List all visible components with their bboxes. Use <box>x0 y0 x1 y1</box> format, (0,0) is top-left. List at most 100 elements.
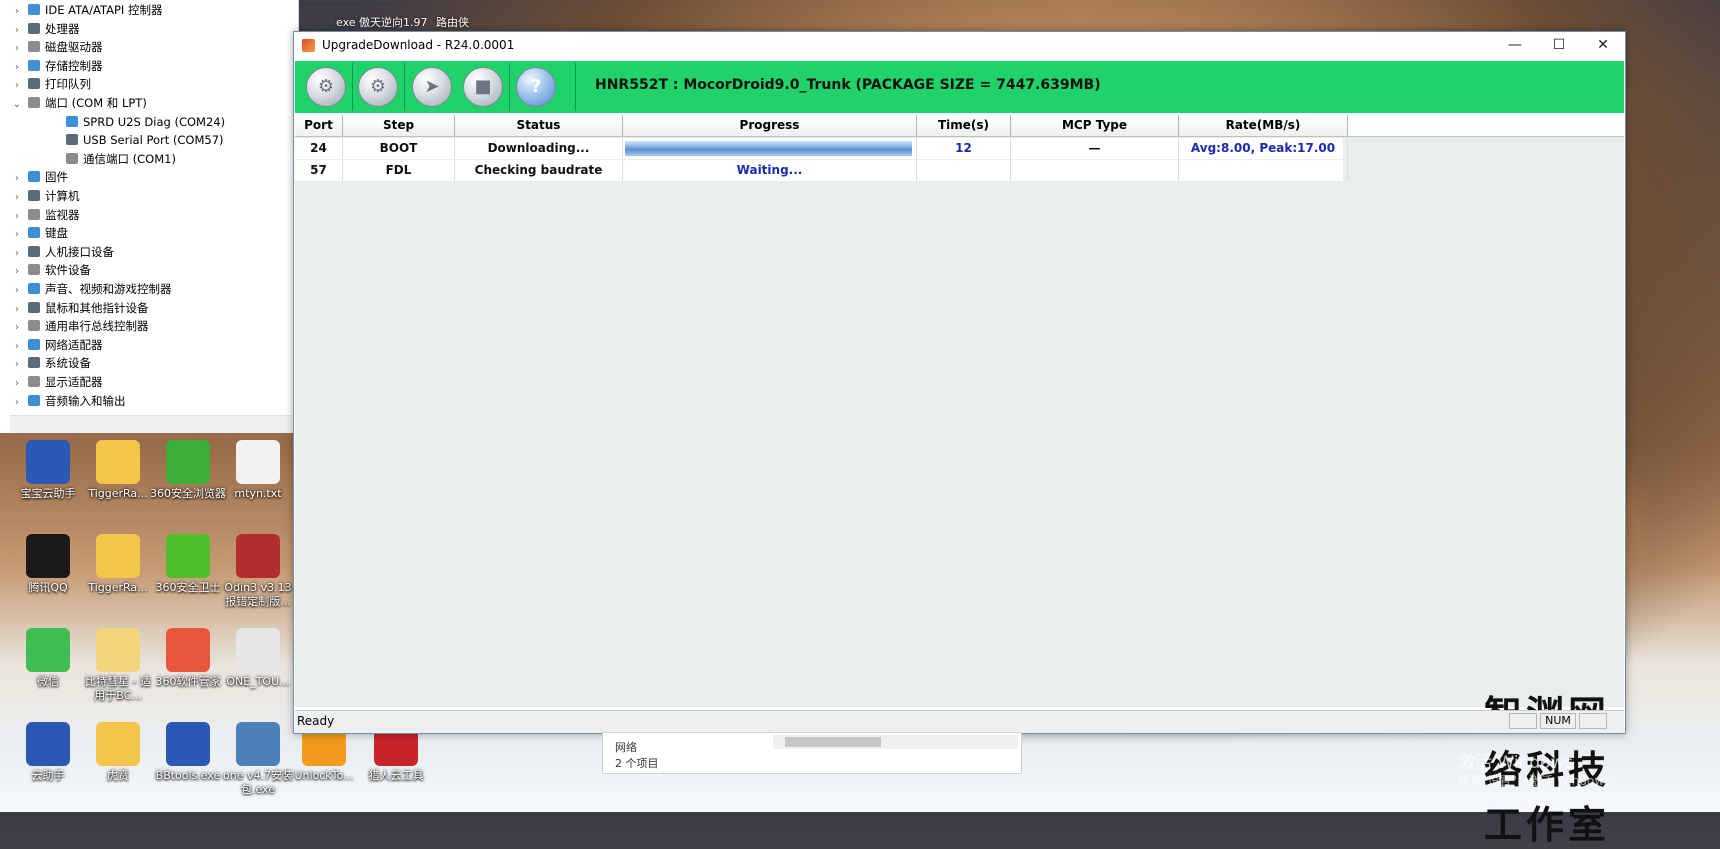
tree-category-item[interactable]: › 显示适配器 <box>10 373 103 391</box>
close-button[interactable]: ✕ <box>1581 32 1625 59</box>
collapse-chevron-icon[interactable]: ⌄ <box>10 96 24 114</box>
horizontal-scrollbar[interactable] <box>10 415 292 433</box>
tree-item-label: 通信端口 (COM1) <box>83 151 176 166</box>
desktop-icon[interactable]: 360安全浏览器 <box>150 440 226 501</box>
tree-item-label: 人机接口设备 <box>45 244 114 259</box>
expand-chevron-icon[interactable]: › <box>10 77 24 95</box>
desktop-icon[interactable]: TiggerRa... <box>80 534 156 595</box>
help-icon[interactable]: ? <box>516 67 556 107</box>
tree-category-item[interactable]: › 磁盘驱动器 <box>10 38 103 56</box>
tree-category-item[interactable]: › 鼠标和其他指针设备 <box>10 299 149 317</box>
expand-chevron-icon[interactable]: › <box>10 170 24 188</box>
expand-chevron-icon[interactable]: › <box>10 40 24 58</box>
device-icon <box>28 376 40 387</box>
gears-icon[interactable]: ⚙ <box>358 67 398 107</box>
tree-category-item[interactable]: › 音频输入和输出 <box>10 392 126 410</box>
expand-chevron-icon[interactable]: › <box>10 301 24 319</box>
activate-windows-title: 激活 Windows <box>1458 753 1574 773</box>
grid-header: Port Step Status Progress Time(s) MCP Ty… <box>295 115 1624 137</box>
desktop-icon[interactable]: 腾讯QQ <box>10 534 86 595</box>
expand-chevron-icon[interactable]: › <box>10 208 24 226</box>
cell-port: 24 <box>295 138 343 159</box>
expand-chevron-icon[interactable]: › <box>10 375 24 393</box>
progress-bar <box>625 141 912 156</box>
desktop-icon[interactable]: TiggerRa... <box>80 440 156 501</box>
tree-category-item[interactable]: › 键盘 <box>10 224 68 242</box>
expand-chevron-icon[interactable]: › <box>10 282 24 300</box>
minimize-button[interactable]: — <box>1493 32 1537 59</box>
column-header-mcp-type[interactable]: MCP Type <box>1011 115 1179 136</box>
tree-item-label: 监视器 <box>45 207 80 222</box>
guard-360-icon <box>166 534 210 578</box>
qq-penguin-icon <box>26 534 70 578</box>
tree-child-item[interactable]: SPRD U2S Diag (COM24) <box>62 113 225 131</box>
tree-category-item[interactable]: › 通用串行总线控制器 <box>10 317 149 335</box>
police-cartoon-icon <box>26 722 70 766</box>
column-header-rate[interactable]: Rate(MB/s) <box>1179 115 1348 136</box>
tree-child-item[interactable]: 通信端口 (COM1) <box>62 150 176 168</box>
expand-chevron-icon[interactable]: › <box>10 22 24 40</box>
network-location[interactable]: 网络 <box>615 739 637 755</box>
column-header-time[interactable]: Time(s) <box>917 115 1011 136</box>
upgrade-download-window: UpgradeDownload - R24.0.0001 — ☐ ✕ ⚙ ⚙ ➤… <box>293 31 1626 847</box>
tree-category-item[interactable]: › 监视器 <box>10 206 80 224</box>
desktop-icon[interactable]: 虎贲 <box>80 722 156 783</box>
column-header-status[interactable]: Status <box>455 115 623 136</box>
tree-category-item[interactable]: › 固件 <box>10 168 68 186</box>
tree-category-item[interactable]: › IDE ATA/ATAPI 控制器 <box>10 1 162 19</box>
desktop-icon[interactable]: 360软件管家 <box>150 628 226 689</box>
start-arrow-icon[interactable]: ➤ <box>412 67 452 107</box>
tree-item-label: 固件 <box>45 170 68 185</box>
desktop-icon[interactable]: one v4.7安装包.exe <box>220 722 296 797</box>
title-bar[interactable]: UpgradeDownload - R24.0.0001 — ☐ ✕ <box>294 32 1625 59</box>
tree-category-item[interactable]: ⌄ 端口 (COM 和 LPT) <box>10 94 147 112</box>
table-row[interactable]: 57 FDL Checking baudrate Waiting... <box>295 160 1348 181</box>
expand-chevron-icon[interactable]: › <box>10 356 24 374</box>
desktop-icon[interactable]: 360安全卫士 <box>150 534 226 595</box>
status-text: Ready <box>297 714 335 728</box>
expand-chevron-icon[interactable]: › <box>10 263 24 281</box>
tree-category-item[interactable]: › 存储控制器 <box>10 57 103 75</box>
column-header-port[interactable]: Port <box>295 115 343 136</box>
cell-progress: Waiting... <box>623 160 917 181</box>
gear-app-icon <box>236 628 280 672</box>
desktop-icon[interactable]: 比特彗星 - 适用于BC... <box>80 628 156 703</box>
tree-category-item[interactable]: › 打印队列 <box>10 75 91 93</box>
desktop-icon[interactable]: 微信 <box>10 628 86 689</box>
scroll-thumb[interactable] <box>785 737 881 747</box>
desktop-top-icon-label[interactable]: exe 傲天逆向1.97 <box>336 14 428 30</box>
expand-chevron-icon[interactable]: › <box>10 319 24 337</box>
expand-chevron-icon[interactable]: › <box>10 338 24 356</box>
tree-category-item[interactable]: › 计算机 <box>10 187 80 205</box>
desktop-icon[interactable]: 云助手 <box>10 722 86 783</box>
tree-category-item[interactable]: › 人机接口设备 <box>10 243 114 261</box>
tree-category-item[interactable]: › 声音、视频和游戏控制器 <box>10 280 172 298</box>
tree-child-item[interactable]: USB Serial Port (COM57) <box>62 131 224 149</box>
column-header-progress[interactable]: Progress <box>623 115 917 136</box>
desktop-top-icon-label[interactable]: 路由侠 <box>436 14 469 30</box>
expand-chevron-icon[interactable]: › <box>10 394 24 412</box>
device-icon <box>28 97 40 108</box>
tree-category-item[interactable]: › 网络适配器 <box>10 336 103 354</box>
desktop-icon[interactable]: BBtools.exe <box>150 722 226 783</box>
desktop-icon[interactable]: ONE_TOU... <box>220 628 296 689</box>
tree-category-item[interactable]: › 处理器 <box>10 20 80 38</box>
table-row[interactable]: 24 BOOT Downloading... 12 — Avg:8.00, Pe… <box>295 138 1348 159</box>
expand-chevron-icon[interactable]: › <box>10 189 24 207</box>
expand-chevron-icon[interactable]: › <box>10 226 24 244</box>
desktop-icon[interactable]: mtyn.txt <box>220 440 296 501</box>
tree-item-label: 计算机 <box>45 189 80 203</box>
tree-category-item[interactable]: › 系统设备 <box>10 354 91 372</box>
settings-icon[interactable]: ⚙ <box>306 67 346 107</box>
column-header-step[interactable]: Step <box>343 115 455 136</box>
expand-chevron-icon[interactable]: › <box>10 3 24 21</box>
expand-chevron-icon[interactable]: › <box>10 59 24 77</box>
tree-category-item[interactable]: › 软件设备 <box>10 261 91 279</box>
stop-icon[interactable]: ■ <box>463 67 503 107</box>
desktop-icon[interactable]: 宝宝云助手 <box>10 440 86 501</box>
tree-item-label: 打印队列 <box>45 77 91 92</box>
desktop-icon[interactable]: Odin3 v3.13 报错定制版... <box>220 534 296 609</box>
horizontal-scrollbar[interactable] <box>773 735 1018 749</box>
expand-chevron-icon[interactable]: › <box>10 245 24 263</box>
maximize-button[interactable]: ☐ <box>1537 32 1581 59</box>
